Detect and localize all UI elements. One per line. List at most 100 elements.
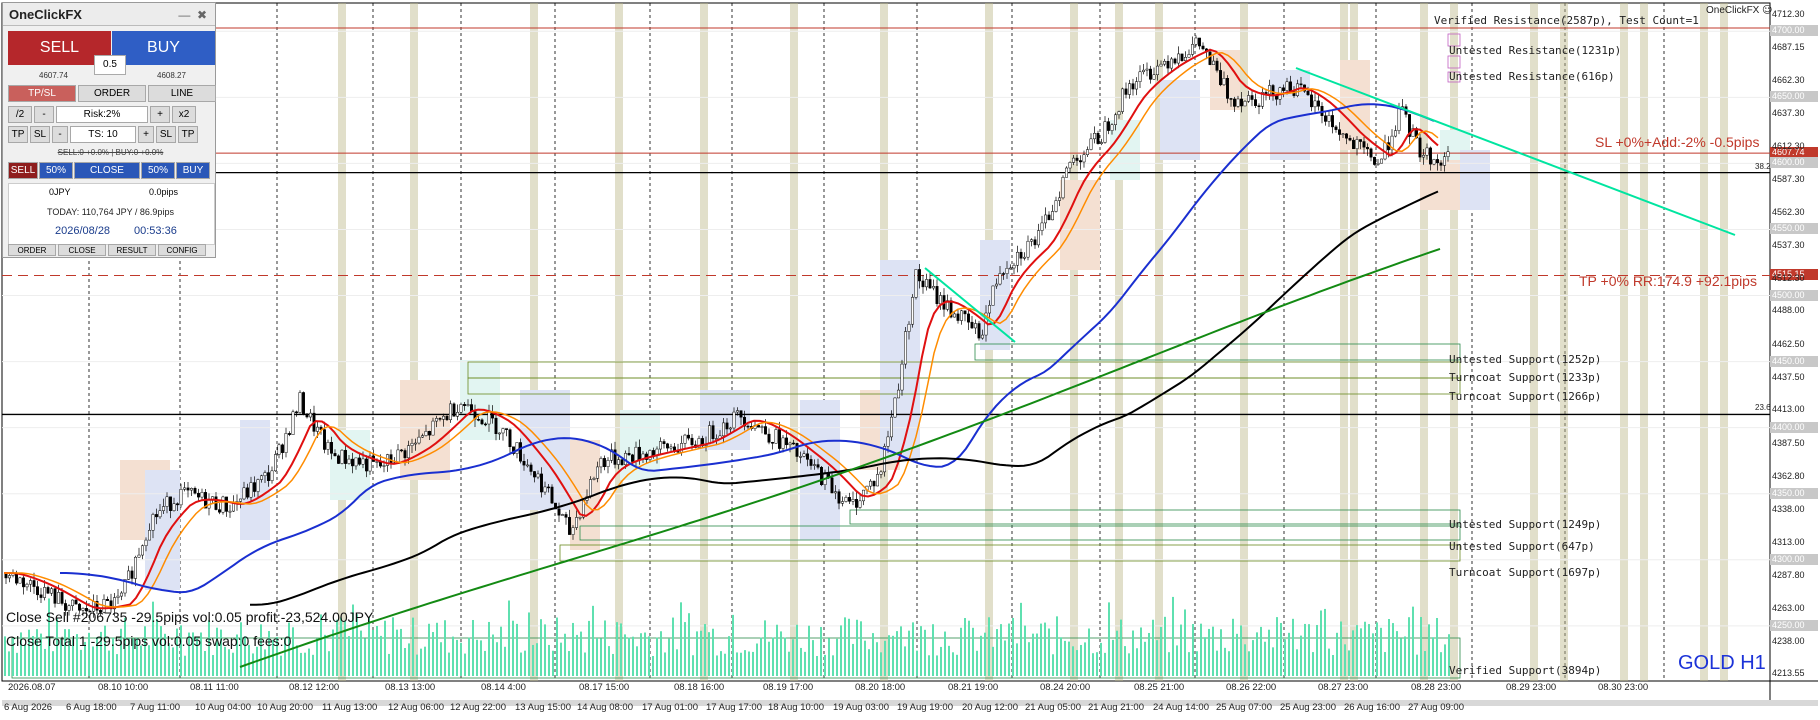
- risk-plus-button[interactable]: +: [150, 106, 170, 123]
- candle-body: [270, 470, 274, 481]
- candle-body: [1208, 51, 1212, 65]
- candle-body: [449, 403, 452, 421]
- candle-body: [365, 458, 368, 472]
- close-sell-half-button[interactable]: 50%: [39, 162, 73, 179]
- volume-bar: [556, 617, 558, 676]
- volume-bar: [448, 652, 450, 676]
- volume-bar: [628, 637, 630, 676]
- upper-date-label: 08.24 20:00: [1040, 682, 1091, 693]
- candle-body: [785, 437, 788, 446]
- tab-line[interactable]: LINE: [148, 85, 216, 102]
- session-bar: [1450, 3, 1458, 681]
- volume-bar: [1420, 617, 1422, 676]
- tab-tpsl[interactable]: TP/SL: [8, 85, 76, 102]
- volume-bar: [336, 619, 338, 676]
- candle-body: [127, 570, 130, 580]
- candle-body: [869, 480, 872, 487]
- halve-button[interactable]: /2: [8, 106, 32, 123]
- close-sell-button[interactable]: SELL: [8, 162, 38, 179]
- candle-body: [515, 442, 519, 454]
- volume-bar: [1256, 632, 1258, 676]
- upper-date-label: 08.20 18:00: [855, 682, 906, 693]
- candle-body: [1369, 148, 1373, 158]
- zone-label: Untested Support(647p): [1449, 540, 1595, 553]
- volume-bar: [1020, 602, 1022, 676]
- volume-bar: [712, 628, 714, 676]
- volume-bar: [524, 650, 526, 676]
- axis-marker: 4450.00: [1770, 355, 1818, 367]
- volume-bar: [1404, 636, 1406, 676]
- volume-bar: [948, 645, 950, 676]
- bottom-tab-order[interactable]: ORDER: [8, 244, 56, 256]
- candle-body: [1331, 115, 1334, 128]
- tp-button-2[interactable]: TP: [178, 126, 198, 143]
- ts-plus-button[interactable]: +: [138, 126, 154, 143]
- risk-minus-button[interactable]: -: [34, 106, 54, 123]
- lot-size-field[interactable]: 0.5: [94, 55, 126, 75]
- risk-field[interactable]: Risk:2%: [56, 106, 148, 123]
- time-tick: 17 Aug 01:00: [642, 702, 698, 713]
- volume-bar: [1316, 624, 1318, 676]
- volume-bar: [452, 636, 454, 676]
- time-tick: 19 Aug 03:00: [833, 702, 889, 713]
- candle-body: [134, 556, 137, 579]
- candle-body: [466, 404, 470, 406]
- candle-body: [1236, 98, 1240, 107]
- volume-bar: [560, 642, 562, 676]
- brand-label: OneClickFX: [1706, 5, 1760, 16]
- candle-body: [281, 444, 284, 453]
- sl-button[interactable]: SL: [30, 126, 50, 143]
- ts-minus-button[interactable]: -: [52, 126, 68, 143]
- panel-title-bar[interactable]: OneClickFX — ✖: [3, 3, 215, 26]
- symbol-label: GOLD H1: [1678, 652, 1766, 674]
- volume-bar: [1312, 652, 1314, 676]
- candle-body: [988, 305, 991, 314]
- volume-bar: [1128, 653, 1130, 676]
- volume-bar: [1236, 633, 1238, 676]
- candle-body: [1054, 200, 1058, 212]
- candle-body: [1079, 160, 1082, 163]
- bottom-tab-close[interactable]: CLOSE: [58, 244, 106, 256]
- bottom-tab-result[interactable]: RESULT: [108, 244, 156, 256]
- volume-bar: [1124, 646, 1126, 676]
- close-buy-half-button[interactable]: 50%: [141, 162, 175, 179]
- buy-button[interactable]: BUY: [112, 31, 215, 65]
- candle-body: [1131, 83, 1135, 90]
- candle-body: [442, 415, 445, 420]
- tp-button[interactable]: TP: [8, 126, 28, 143]
- close-icon[interactable]: ✖: [195, 8, 209, 22]
- upper-date-label: 08.10 10:00: [98, 682, 149, 693]
- volume-bar: [816, 655, 818, 676]
- candle-body: [438, 418, 442, 420]
- candle-body: [687, 434, 690, 439]
- volume-bar: [1296, 649, 1298, 676]
- axis-marker: 4400.00: [1770, 421, 1818, 433]
- volume-bar: [1288, 632, 1290, 676]
- close-buy-button[interactable]: BUY: [176, 162, 210, 179]
- tab-order[interactable]: ORDER: [78, 85, 146, 102]
- volume-bar: [1072, 646, 1074, 676]
- volume-bar: [508, 600, 510, 676]
- candle-body: [547, 486, 550, 489]
- minimize-icon[interactable]: —: [177, 8, 191, 22]
- close-all-button[interactable]: CLOSE: [74, 162, 140, 179]
- candle-body: [834, 491, 837, 494]
- upper-date-label: 08.28 23:00: [1411, 682, 1462, 693]
- session-bar: [1530, 3, 1538, 681]
- volume-bar: [900, 626, 902, 676]
- candle-body: [74, 599, 78, 605]
- volume-bar: [1308, 624, 1310, 676]
- double-button[interactable]: x2: [172, 106, 196, 123]
- volume-bar: [1160, 626, 1162, 676]
- bottom-tab-config[interactable]: CONFIG: [158, 244, 206, 256]
- candle-body: [729, 427, 732, 430]
- volume-bar: [1096, 652, 1098, 676]
- candle-body: [232, 502, 235, 512]
- axis-marker: 4250.00: [1770, 619, 1818, 631]
- volume-bar: [1100, 642, 1102, 676]
- volume-bar: [400, 628, 402, 676]
- candle-body: [459, 404, 463, 413]
- candle-body: [1103, 121, 1107, 143]
- sl-button-2[interactable]: SL: [156, 126, 176, 143]
- trailing-stop-field[interactable]: TS: 10: [70, 126, 136, 143]
